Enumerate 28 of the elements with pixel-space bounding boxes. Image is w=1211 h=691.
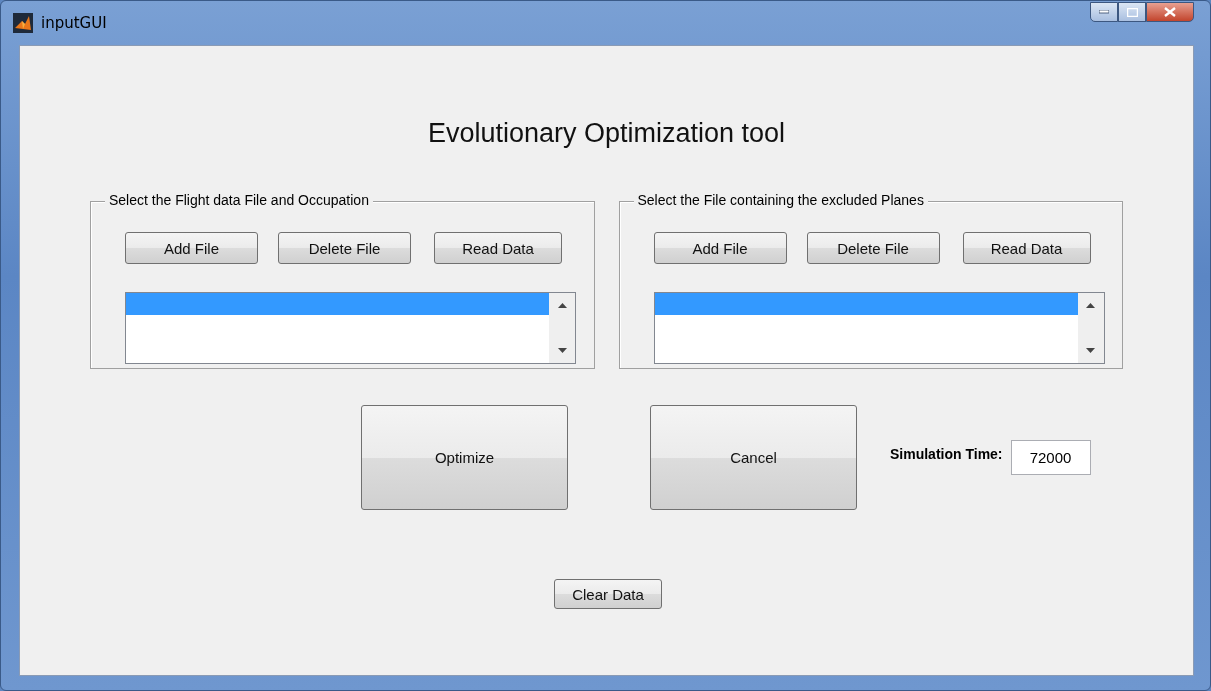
field-label: Simulation Time: xyxy=(890,446,1003,462)
close-button[interactable] xyxy=(1146,2,1194,22)
panel-button[interactable]: Delete File xyxy=(278,232,411,264)
close-icon xyxy=(1164,7,1176,17)
minimize-icon xyxy=(1099,10,1109,14)
list-box[interactable] xyxy=(125,292,576,364)
maximize-icon xyxy=(1126,7,1138,17)
maximize-button[interactable] xyxy=(1118,2,1146,22)
cancel-button[interactable]: Cancel xyxy=(650,405,857,510)
panel-title: Select the File containing the excluded Planes xyxy=(633,192,928,208)
panel-button[interactable]: Read Data xyxy=(434,232,562,264)
input-field[interactable]: 72000 xyxy=(1010,440,1091,475)
panel-title: Select the Flight data File and Occupation xyxy=(105,192,373,208)
scroll-up-icon xyxy=(557,303,567,308)
panel-button[interactable]: Add File xyxy=(653,232,787,264)
panel-button[interactable]: Read Data xyxy=(962,232,1091,264)
scroll-up-icon xyxy=(1086,303,1095,308)
scroll-down-icon xyxy=(1086,348,1095,353)
panel-button[interactable]: Add File xyxy=(125,232,258,264)
optimize-button[interactable]: Optimize xyxy=(361,405,568,510)
panel-button[interactable]: Delete File xyxy=(806,232,940,264)
clear-button[interactable]: Clear Data xyxy=(554,579,662,609)
window-title: inputGUI xyxy=(41,14,107,32)
scroll-down-icon xyxy=(557,348,567,353)
minimize-button[interactable] xyxy=(1090,2,1118,22)
list-box[interactable] xyxy=(653,292,1105,364)
heading: Evolutionary Optimization tool xyxy=(426,118,787,149)
app-icon xyxy=(13,13,33,33)
